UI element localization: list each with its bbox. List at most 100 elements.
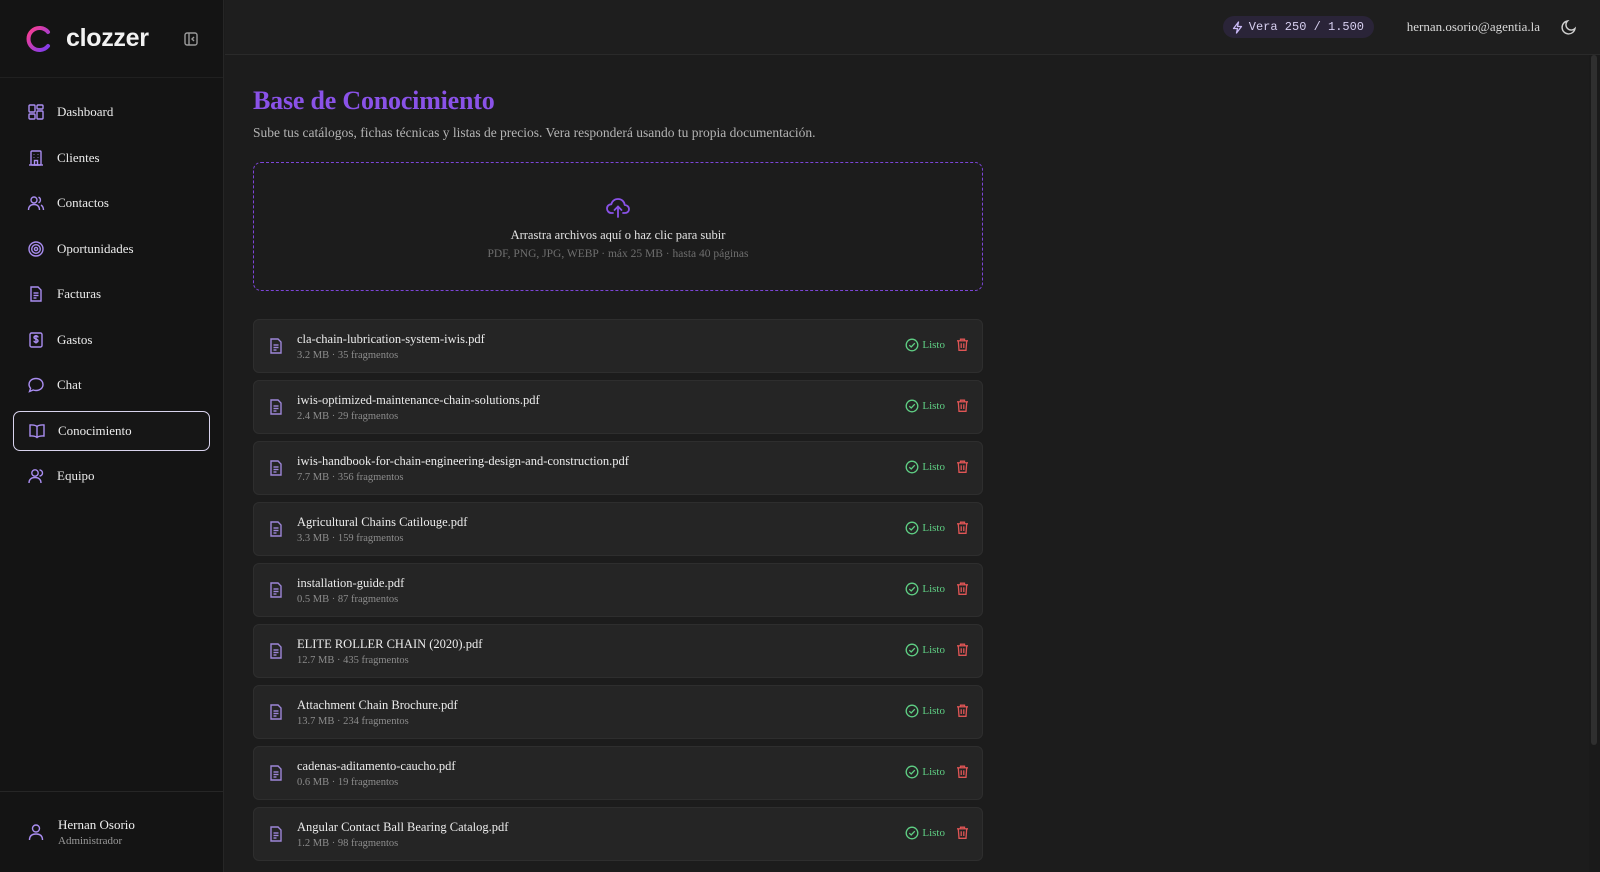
status-label: Listo — [922, 521, 945, 534]
sidebar-item-contactos[interactable]: Contactos — [13, 183, 210, 223]
user-icon — [27, 467, 45, 485]
brand-name: clozzer — [66, 24, 149, 52]
file-info: iwis-handbook-for-chain-engineering-desi… — [297, 454, 629, 483]
file-name: installation-guide.pdf — [297, 575, 405, 590]
file-actions: Listo — [905, 642, 970, 657]
file-row[interactable]: ELITE ROLLER CHAIN (2020).pdf 12.7 MB · … — [253, 624, 983, 678]
check-circle-icon — [905, 765, 919, 779]
file-row[interactable]: installation-guide.pdf 0.5 MB · 87 fragm… — [253, 563, 983, 617]
file-row[interactable]: iwis-handbook-for-chain-engineering-desi… — [253, 441, 983, 495]
check-circle-icon — [905, 582, 919, 596]
sidebar-item-conocimiento[interactable]: Conocimiento — [13, 410, 210, 451]
file-actions: Listo — [905, 703, 970, 718]
user-name: Hernan Osorio — [58, 817, 135, 832]
file-actions: Listo — [905, 337, 970, 352]
file-icon — [267, 520, 285, 538]
file-meta: 3.3 MB · 159 fragmentos — [297, 532, 404, 544]
sidebar-item-gastos[interactable]: Gastos — [13, 320, 210, 360]
lightning-icon — [1231, 20, 1244, 34]
file-name: iwis-handbook-for-chain-engineering-desi… — [297, 453, 629, 468]
file-info: ELITE ROLLER CHAIN (2020).pdf 12.7 MB · … — [297, 637, 482, 666]
user-role: Administrador — [58, 835, 123, 847]
file-icon — [267, 703, 285, 721]
file-name: Attachment Chain Brochure.pdf — [297, 697, 458, 712]
check-circle-icon — [905, 460, 919, 474]
status-label: Listo — [922, 704, 945, 717]
file-meta: 2.4 MB · 29 fragmentos — [297, 410, 399, 422]
file-name: ELITE ROLLER CHAIN (2020).pdf — [297, 636, 483, 651]
trash-icon[interactable] — [955, 581, 970, 596]
file-dropzone[interactable]: Arrastra archivos aquí o haz clic para s… — [253, 162, 983, 291]
status-badge: Listo — [905, 399, 945, 413]
clozzer-logo-icon[interactable] — [24, 24, 54, 54]
trash-icon[interactable] — [955, 520, 970, 535]
main-content: Base de Conocimiento Sube tus catálogos,… — [253, 86, 983, 868]
collapse-sidebar-icon[interactable] — [182, 30, 200, 48]
check-circle-icon — [905, 704, 919, 718]
file-row[interactable]: iwis-optimized-maintenance-chain-solutio… — [253, 380, 983, 434]
file-list: cla-chain-lubrication-system-iwis.pdf 3.… — [253, 319, 983, 861]
file-row[interactable]: cadenas-aditamento-caucho.pdf 0.6 MB · 1… — [253, 746, 983, 800]
file-row[interactable]: Attachment Chain Brochure.pdf 13.7 MB · … — [253, 685, 983, 739]
status-badge: Listo — [905, 704, 945, 718]
moon-icon[interactable] — [1560, 18, 1578, 36]
file-icon — [267, 459, 285, 477]
file-name: cla-chain-lubrication-system-iwis.pdf — [297, 331, 485, 346]
dashboard-icon — [27, 103, 45, 121]
file-icon — [267, 337, 285, 355]
sidebar-item-chat[interactable]: Chat — [13, 365, 210, 405]
file-row[interactable]: cla-chain-lubrication-system-iwis.pdf 3.… — [253, 319, 983, 373]
file-meta: 0.5 MB · 87 fragmentos — [297, 593, 399, 605]
status-label: Listo — [922, 643, 945, 656]
check-circle-icon — [905, 399, 919, 413]
topbar: Vera 250 / 1.500 hernan.osorio@agentia.l… — [225, 0, 1600, 55]
file-meta: 0.6 MB · 19 fragmentos — [297, 776, 399, 788]
file-row[interactable]: Angular Contact Ball Bearing Catalog.pdf… — [253, 807, 983, 861]
trash-icon[interactable] — [955, 398, 970, 413]
sidebar-item-facturas[interactable]: Facturas — [13, 274, 210, 314]
sidebar-item-label: Gastos — [57, 331, 93, 347]
file-icon — [267, 642, 285, 660]
file-meta: 1.2 MB · 98 fragmentos — [297, 837, 399, 849]
sidebar-item-clientes[interactable]: Clientes — [13, 138, 210, 178]
sidebar-item-label: Equipo — [57, 468, 95, 483]
status-label: Listo — [922, 338, 945, 351]
file-info: Agricultural Chains Catilouge.pdf 3.3 MB… — [297, 515, 467, 544]
status-label: Listo — [922, 460, 945, 473]
file-actions: Listo — [905, 398, 970, 413]
status-label: Listo — [922, 399, 945, 412]
status-badge: Listo — [905, 521, 945, 535]
sidebar-item-dashboard[interactable]: Dashboard — [13, 92, 210, 132]
trash-icon[interactable] — [955, 459, 970, 474]
scrollbar-thumb[interactable] — [1591, 55, 1597, 745]
status-badge: Listo — [905, 460, 945, 474]
file-name: Agricultural Chains Catilouge.pdf — [297, 514, 468, 529]
trash-icon[interactable] — [955, 764, 970, 779]
sidebar-item-label: Facturas — [57, 286, 102, 301]
file-meta: 12.7 MB · 435 fragmentos — [297, 654, 409, 666]
sidebar-item-label: Oportunidades — [57, 240, 134, 256]
status-badge: Listo — [905, 582, 945, 596]
chat-bubble-icon — [27, 376, 45, 394]
trash-icon[interactable] — [955, 337, 970, 352]
page-subtitle: Sube tus catálogos, fichas técnicas y li… — [253, 125, 816, 140]
file-info: cla-chain-lubrication-system-iwis.pdf 3.… — [297, 332, 485, 361]
sidebar-item-label: Contactos — [57, 195, 109, 210]
file-info: iwis-optimized-maintenance-chain-solutio… — [297, 393, 540, 422]
trash-icon[interactable] — [955, 703, 970, 718]
trash-icon[interactable] — [955, 825, 970, 840]
users-icon — [27, 194, 45, 212]
building-icon — [27, 149, 45, 167]
page-scrollbar[interactable] — [1589, 55, 1600, 872]
sidebar-item-label: Conocimiento — [58, 422, 132, 438]
sidebar: clozzer Dashboard Clientes Contactos Opo… — [0, 0, 224, 872]
usage-text: Vera 250 / 1.500 — [1248, 20, 1364, 34]
file-row[interactable]: Agricultural Chains Catilouge.pdf 3.3 MB… — [253, 502, 983, 556]
trash-icon[interactable] — [955, 642, 970, 657]
user-profile[interactable]: Hernan Osorio Administrador — [0, 791, 224, 872]
status-badge: Listo — [905, 765, 945, 779]
user-email[interactable]: hernan.osorio@agentia.la — [1407, 19, 1540, 35]
sidebar-item-oportunidades[interactable]: Oportunidades — [13, 229, 210, 269]
check-circle-icon — [905, 643, 919, 657]
sidebar-item-equipo[interactable]: Equipo — [13, 456, 210, 496]
